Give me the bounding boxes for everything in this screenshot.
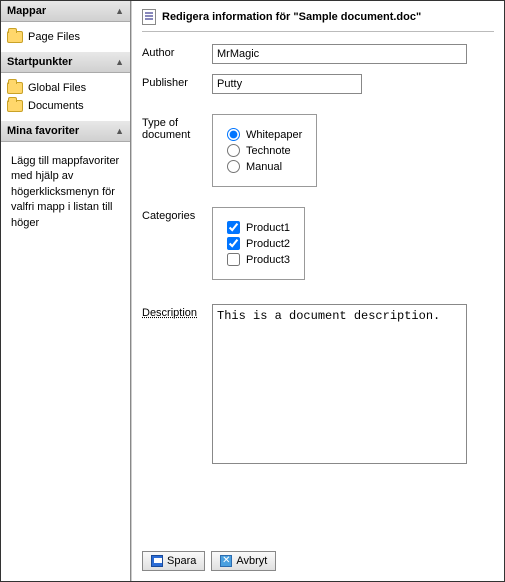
checkbox-label: Product3 bbox=[246, 254, 290, 266]
title-bar: Redigera information för "Sample documen… bbox=[142, 5, 494, 32]
sidebar: Mappar ▲ Page Files Startpunkter ▲ Globa… bbox=[1, 1, 131, 581]
panel-body-startpunkter: Global Files Documents bbox=[1, 73, 130, 121]
chevron-up-icon: ▲ bbox=[115, 6, 124, 16]
cancel-icon: ✕ bbox=[220, 555, 232, 567]
save-button[interactable]: Spara bbox=[142, 551, 205, 571]
categories-group: Product1 Product2 Product3 bbox=[212, 207, 305, 280]
panel-body-favoriter: Lägg till mappfavoriter med hjälp av hög… bbox=[1, 142, 130, 243]
radio-technote[interactable]: Technote bbox=[227, 144, 302, 157]
panel-body-mappar: Page Files bbox=[1, 22, 130, 52]
cancel-button-label: Avbryt bbox=[236, 555, 267, 567]
checkbox-product3[interactable]: Product3 bbox=[227, 253, 290, 266]
chevron-up-icon: ▲ bbox=[115, 126, 124, 136]
folder-icon bbox=[7, 82, 23, 94]
cancel-button[interactable]: ✕ Avbryt bbox=[211, 551, 276, 571]
checkbox-input-product3[interactable] bbox=[227, 253, 240, 266]
chevron-up-icon: ▲ bbox=[115, 57, 124, 67]
panel-title: Mina favoriter bbox=[7, 125, 79, 137]
description-textarea[interactable] bbox=[212, 304, 467, 464]
sidebar-item-global-files[interactable]: Global Files bbox=[5, 79, 126, 97]
author-label: Author bbox=[142, 44, 212, 59]
save-icon bbox=[151, 555, 163, 567]
checkbox-product2[interactable]: Product2 bbox=[227, 237, 290, 250]
sidebar-item-documents[interactable]: Documents bbox=[5, 97, 126, 115]
sidebar-item-page-files[interactable]: Page Files bbox=[5, 28, 126, 46]
panel-header-mappar[interactable]: Mappar ▲ bbox=[1, 1, 130, 22]
panel-header-startpunkter[interactable]: Startpunkter ▲ bbox=[1, 52, 130, 73]
panel-title: Mappar bbox=[7, 5, 46, 17]
author-input[interactable] bbox=[212, 44, 467, 64]
folder-icon bbox=[7, 100, 23, 112]
panel-title: Startpunkter bbox=[7, 56, 72, 68]
checkbox-product1[interactable]: Product1 bbox=[227, 221, 290, 234]
checkbox-label: Product1 bbox=[246, 222, 290, 234]
save-button-label: Spara bbox=[167, 555, 196, 567]
panel-header-favoriter[interactable]: Mina favoriter ▲ bbox=[1, 121, 130, 142]
type-group: Whitepaper Technote Manual bbox=[212, 114, 317, 187]
radio-manual[interactable]: Manual bbox=[227, 160, 302, 173]
description-label: Description bbox=[142, 304, 212, 319]
sidebar-item-label: Page Files bbox=[28, 31, 80, 43]
radio-input-technote[interactable] bbox=[227, 144, 240, 157]
radio-label: Manual bbox=[246, 161, 282, 173]
publisher-label: Publisher bbox=[142, 74, 212, 89]
publisher-input[interactable] bbox=[212, 74, 362, 94]
document-icon bbox=[142, 9, 156, 25]
categories-label: Categories bbox=[142, 207, 212, 222]
button-bar: Spara ✕ Avbryt bbox=[142, 537, 494, 571]
checkbox-label: Product2 bbox=[246, 238, 290, 250]
main-panel: Redigera information för "Sample documen… bbox=[131, 1, 504, 581]
folder-icon bbox=[7, 31, 23, 43]
radio-label: Whitepaper bbox=[246, 129, 302, 141]
checkbox-input-product1[interactable] bbox=[227, 221, 240, 234]
type-label: Type of document bbox=[142, 114, 212, 141]
checkbox-input-product2[interactable] bbox=[227, 237, 240, 250]
radio-label: Technote bbox=[246, 145, 291, 157]
radio-input-whitepaper[interactable] bbox=[227, 128, 240, 141]
sidebar-item-label: Global Files bbox=[28, 82, 86, 94]
page-title: Redigera information för "Sample documen… bbox=[162, 11, 421, 23]
radio-input-manual[interactable] bbox=[227, 160, 240, 173]
app-window: Mappar ▲ Page Files Startpunkter ▲ Globa… bbox=[0, 0, 505, 582]
sidebar-item-label: Documents bbox=[28, 100, 84, 112]
radio-whitepaper[interactable]: Whitepaper bbox=[227, 128, 302, 141]
favorites-help-text: Lägg till mappfavoriter med hjälp av hög… bbox=[5, 148, 126, 237]
